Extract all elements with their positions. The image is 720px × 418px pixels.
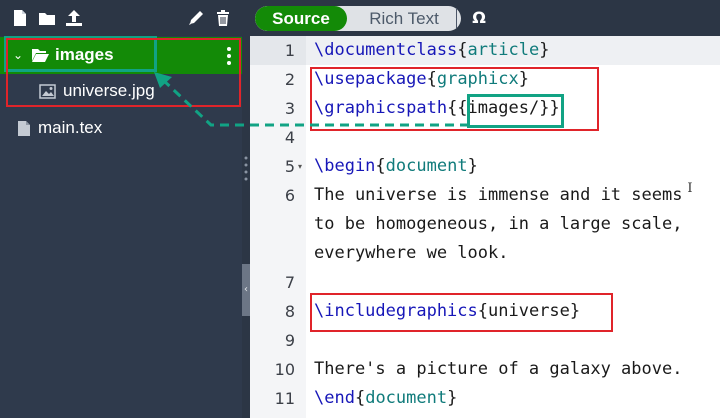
latex-command: \end [314,388,355,408]
line-number: 3 [284,99,295,118]
line-number: 10 [274,360,295,379]
code-line[interactable]: There's a picture of a galaxy above. [314,355,682,384]
code-line[interactable]: \documentclass{article} [314,36,549,65]
new-file-icon[interactable] [11,9,29,27]
new-folder-icon[interactable] [38,9,56,27]
code-text: to be homogeneous, in a large scale, [314,214,683,234]
file-item-main-tex[interactable]: main.tex [0,113,242,145]
rich-text-mode-button[interactable]: Rich Text [347,6,461,31]
collapse-sidebar-button[interactable]: ‹ [242,264,250,316]
annotation-includegraphics-highlight [310,293,613,332]
code-line[interactable]: \end{document} [314,384,457,413]
toolbar-divider [456,8,457,28]
code-text: The universe is immense and it seems [314,185,683,205]
code-text: } [539,40,550,60]
panel-splitter[interactable] [242,0,250,418]
annotation-files-highlight [6,38,241,107]
code-text: } [447,388,458,408]
line-number: 6 [284,186,295,205]
editor-mode-toggle: Source Rich Text [255,6,461,31]
annotation-path-highlight [467,94,564,128]
line-number: 1 [250,36,306,65]
code-line[interactable]: everywhere we look. [314,239,508,268]
latex-argument: document [385,156,468,176]
delete-icon[interactable] [214,9,232,27]
line-number: 8 [284,302,295,321]
source-mode-button[interactable]: Source [255,6,347,31]
code-text: everywhere we look. [314,243,509,263]
drag-grip-icon[interactable] [244,155,248,181]
latex-command: \begin [314,156,376,176]
rename-icon[interactable] [187,9,205,27]
file-label: main.tex [38,118,103,137]
file-tree-toolbar [0,0,242,36]
code-text: { [375,156,386,176]
code-text: } [467,156,478,176]
chevron-left-icon: ‹ [244,284,248,295]
editor-toolbar: Source Rich Text Ω [250,0,720,36]
line-number: 11 [274,389,295,408]
line-number: 2 [284,70,295,89]
latex-argument: article [467,40,540,60]
line-number: 4 [284,128,295,147]
line-number: 7 [284,273,295,292]
code-text: There's a picture of a galaxy above. [314,359,683,379]
latex-argument: document [365,388,448,408]
fold-toggle-icon[interactable]: ▾ [298,152,306,181]
text-file-icon [17,120,31,137]
latex-command: \documentclass [314,40,458,60]
code-text: { [457,40,468,60]
line-number-gutter: 1 2 3 4 5 ▾ 6 7 8 9 10 11 [250,36,306,418]
code-line[interactable]: to be homogeneous, in a large scale, [314,210,682,239]
line-number: 5 [284,157,295,176]
upload-icon[interactable] [65,9,83,27]
code-line[interactable]: The universe is immense and it seems [314,181,682,210]
code-text: { [354,388,366,408]
symbol-palette-button[interactable]: Ω [470,7,488,29]
text-cursor-icon: I [687,181,693,196]
code-line[interactable]: \begin{document} [314,152,478,181]
line-number: 9 [284,331,295,350]
